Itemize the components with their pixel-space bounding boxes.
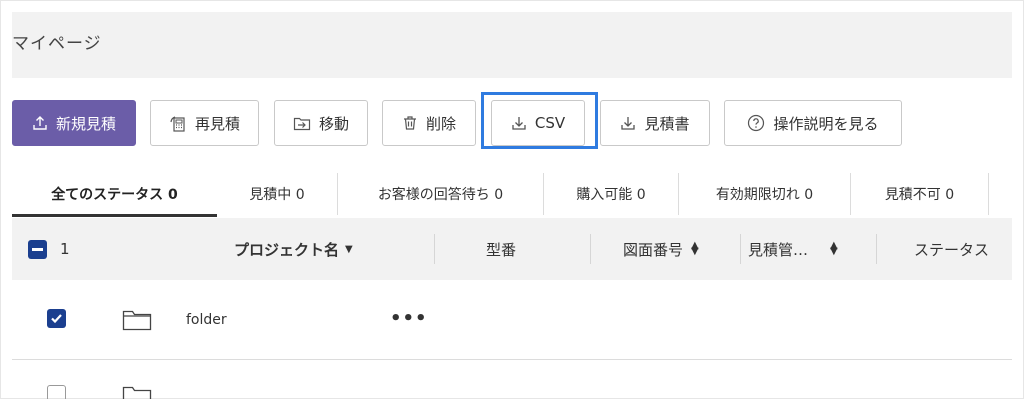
help-button[interactable]: 操作説明を見る — [724, 100, 902, 146]
sort-icon: ▲ ▼ — [691, 240, 699, 257]
column-label: 図面番号 — [623, 240, 684, 259]
column-divider — [876, 234, 877, 264]
column-model-number[interactable]: 型番 — [486, 218, 516, 280]
tab-label: 有効期限切れ 0 — [715, 187, 814, 203]
question-circle-icon — [748, 114, 765, 132]
new-quote-label: 新規見積 — [55, 114, 116, 133]
select-all-checkbox[interactable] — [28, 240, 47, 259]
row-checkbox[interactable] — [47, 309, 66, 328]
column-drawing-number[interactable]: 図面番号 ▲ ▼ — [623, 218, 699, 280]
sort-desc-icon: ▼ — [345, 243, 353, 255]
calculator-icon — [170, 116, 185, 132]
column-quote-management[interactable]: 見積管… ▲ ▼ — [748, 218, 838, 280]
tab-label: 見積不可 0 — [884, 187, 955, 203]
tab-divider — [988, 173, 989, 215]
tab-purchasable[interactable]: 購入可能 0 — [544, 173, 678, 215]
sort-icon: ▲ ▼ — [830, 240, 838, 257]
requote-button[interactable]: 再見積 — [150, 100, 259, 146]
tab-label: 購入可能 0 — [576, 187, 646, 203]
row-checkbox[interactable] — [47, 385, 66, 399]
column-divider — [740, 234, 741, 264]
row-name[interactable]: folder — [186, 312, 227, 328]
column-label: プロジェクト名 — [234, 240, 340, 259]
active-tab-indicator — [12, 214, 217, 217]
download-icon — [621, 117, 636, 130]
column-divider — [434, 234, 435, 264]
csv-highlight-outline — [481, 92, 598, 149]
new-quote-button[interactable]: 新規見積 — [12, 100, 136, 146]
tab-label: 全てのステータス 0 — [51, 187, 178, 203]
checkmark-icon — [51, 314, 62, 324]
upload-icon — [33, 116, 47, 130]
folder-icon — [122, 310, 152, 331]
page-title: マイページ — [12, 34, 102, 54]
column-status[interactable]: ステータス — [914, 218, 989, 280]
tab-not-quotable[interactable]: 見積不可 0 — [851, 173, 988, 215]
tab-label: お客様の回答待ち 0 — [377, 187, 504, 203]
tab-awaiting-customer[interactable]: お客様の回答待ち 0 — [338, 173, 543, 215]
column-project-name[interactable]: プロジェクト名 ▼ — [234, 218, 353, 280]
column-label: 見積管… — [748, 240, 809, 259]
tab-quoting[interactable]: 見積中 0 — [217, 173, 337, 215]
delete-button[interactable]: 削除 — [382, 100, 476, 146]
table-row[interactable]: folder ••• — [12, 280, 1012, 360]
status-tabs: 全てのステータス 0 見積中 0 お客様の回答待ち 0 購入可能 0 有効期限切… — [12, 173, 1012, 217]
help-label: 操作説明を見る — [773, 114, 879, 133]
column-divider — [590, 234, 591, 264]
table-header: 1 プロジェクト名 ▼ 型番 図面番号 ▲ ▼ 見積管… ▲ ▼ ステータス — [12, 218, 1012, 280]
quote-document-button[interactable]: 見積書 — [600, 100, 710, 146]
trash-icon — [403, 116, 416, 130]
folder-icon — [122, 386, 152, 399]
page-header: マイページ — [12, 12, 1012, 78]
quote-document-label: 見積書 — [644, 114, 690, 133]
table-row-partial[interactable] — [12, 382, 1012, 399]
column-label: ステータス — [914, 240, 990, 259]
move-folder-icon — [293, 117, 311, 131]
tab-label: 見積中 0 — [249, 187, 305, 203]
selected-count-value: 1 — [60, 240, 70, 258]
column-label: 型番 — [486, 240, 517, 259]
tab-expired[interactable]: 有効期限切れ 0 — [679, 173, 850, 215]
requote-label: 再見積 — [194, 114, 240, 133]
move-label: 移動 — [318, 114, 349, 133]
move-button[interactable]: 移動 — [274, 100, 368, 146]
tab-all-status[interactable]: 全てのステータス 0 — [12, 173, 217, 215]
delete-label: 削除 — [425, 114, 456, 133]
selected-count: 1 — [60, 218, 70, 280]
more-actions-icon[interactable]: ••• — [390, 308, 428, 329]
